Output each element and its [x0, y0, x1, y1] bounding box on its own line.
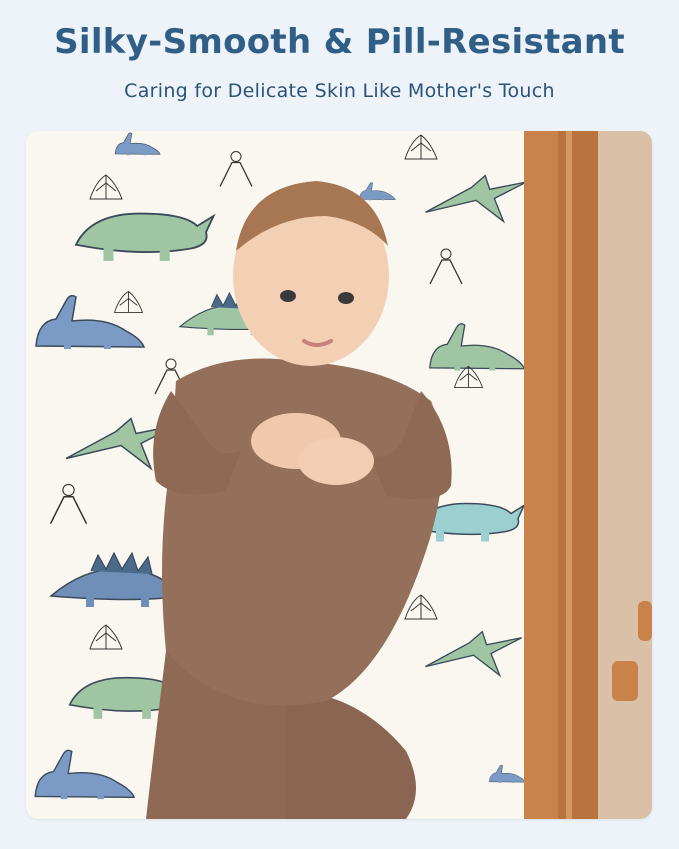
subheadline: Caring for Delicate Skin Like Mother's T…	[124, 80, 555, 102]
product-photo	[26, 131, 652, 819]
headline: Silky-Smooth & Pill-Resistant	[54, 22, 625, 62]
crib-rail-icon	[524, 131, 652, 819]
